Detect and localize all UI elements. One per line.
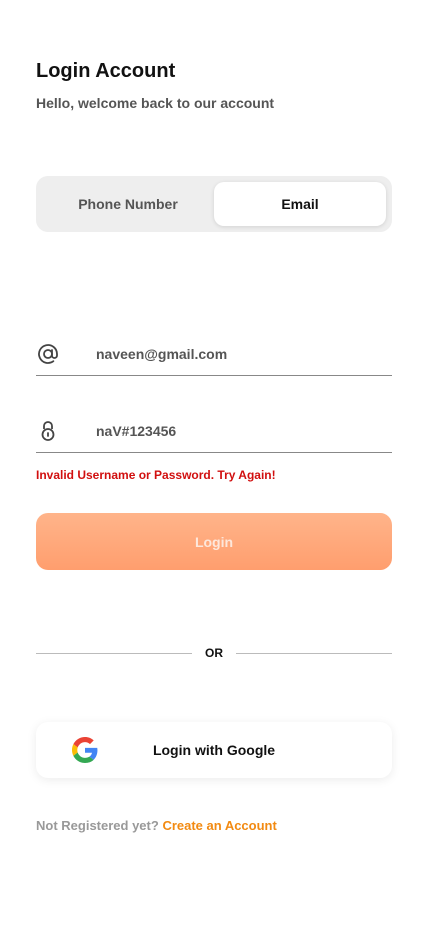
divider-left xyxy=(36,653,192,654)
page-title: Login Account xyxy=(36,60,176,82)
error-message: Invalid Username or Password. Try Again! xyxy=(36,468,276,482)
at-icon xyxy=(38,344,58,364)
google-login-label: Login with Google xyxy=(152,742,276,758)
email-field xyxy=(36,332,392,376)
tab-phone-number[interactable]: Phone Number xyxy=(42,182,214,226)
login-method-toggle: Phone Number Email xyxy=(36,176,392,232)
password-input[interactable] xyxy=(96,417,386,445)
register-prompt-text: Not Registered yet? xyxy=(36,818,159,833)
lock-icon xyxy=(41,421,55,441)
divider-right xyxy=(236,653,392,654)
email-input[interactable] xyxy=(96,340,386,368)
google-login-button[interactable]: Login with Google xyxy=(36,722,392,778)
tab-email[interactable]: Email xyxy=(214,182,386,226)
login-button[interactable]: Login xyxy=(36,513,392,570)
password-field xyxy=(36,409,392,453)
register-prompt: Not Registered yet? Create an Account xyxy=(36,818,277,833)
page-subtitle: Hello, welcome back to our account xyxy=(36,95,275,111)
or-separator: OR xyxy=(205,646,223,660)
create-account-link[interactable]: Create an Account xyxy=(162,818,276,833)
